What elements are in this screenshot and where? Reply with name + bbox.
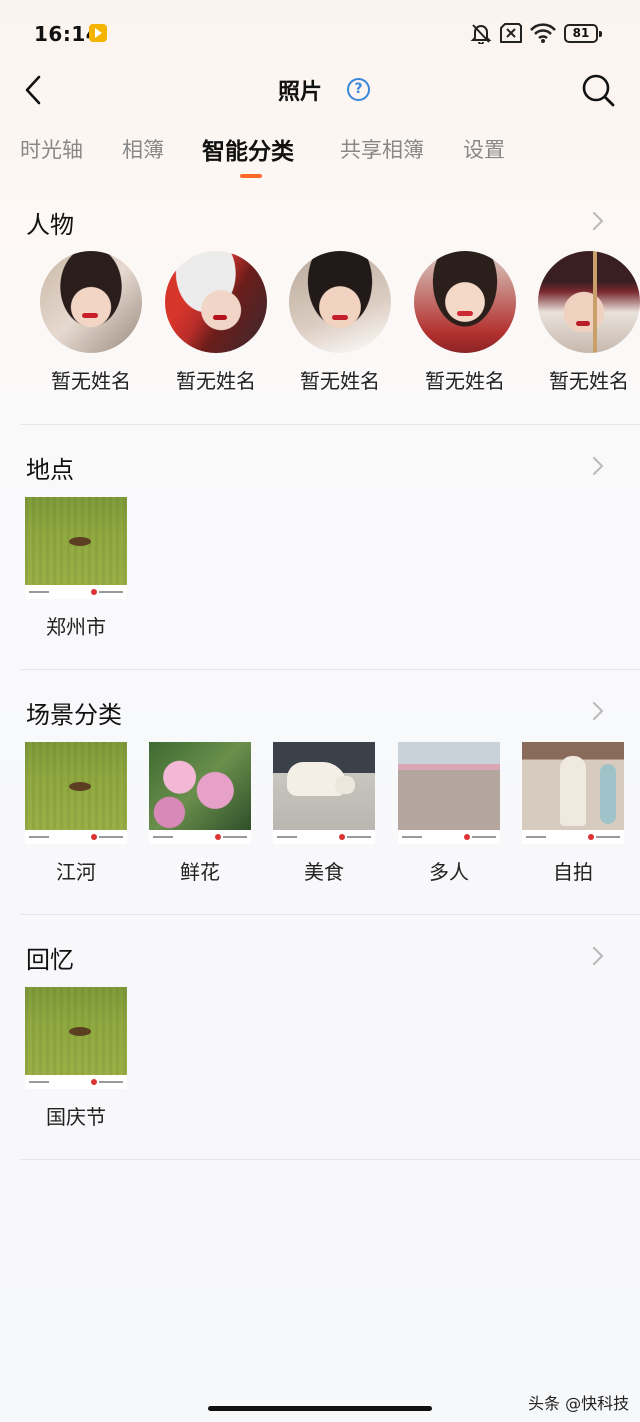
tab-settings[interactable]: 设置	[463, 134, 505, 164]
scene-item[interactable]: 鲜花	[138, 742, 262, 885]
person-avatar	[538, 251, 640, 353]
scene-thumbnail	[522, 742, 624, 844]
tab-smart-categories[interactable]: 智能分类	[202, 132, 294, 166]
section-divider	[20, 424, 640, 425]
chevron-right-icon[interactable]	[588, 944, 608, 968]
page-title: 照片	[277, 80, 322, 105]
section-divider	[20, 914, 640, 915]
memory-thumbnail	[25, 987, 127, 1089]
mute-bell-icon	[470, 24, 492, 44]
tab-albums[interactable]: 相簿	[122, 134, 164, 164]
battery-icon: 81	[564, 24, 602, 43]
people-section: 人物 暂无姓名 暂无姓名 暂无姓名 暂无姓名 暂无姓名	[0, 205, 640, 425]
tab-bar: 时光轴 相簿 智能分类 共享相簿 设置	[0, 134, 640, 184]
person-name: 暂无姓名	[51, 369, 131, 393]
chevron-right-icon[interactable]	[588, 209, 608, 233]
scene-item[interactable]: 多人	[387, 742, 511, 885]
watermark-text: 头条 @快科技	[528, 1394, 630, 1413]
scene-label: 自拍	[553, 860, 593, 884]
scene-thumbnail	[149, 742, 251, 844]
scene-item[interactable]: 自拍	[511, 742, 635, 885]
tab-timeline[interactable]: 时光轴	[20, 134, 83, 164]
section-title-scenes: 场景分类	[26, 701, 122, 729]
memory-item[interactable]: 国庆节	[14, 987, 138, 1130]
scene-label: 鲜花	[180, 860, 220, 884]
person-item[interactable]: 暂无姓名	[403, 251, 527, 394]
place-thumbnail	[25, 497, 127, 599]
person-name: 暂无姓名	[549, 369, 629, 393]
app-badge-icon	[89, 24, 107, 42]
search-icon[interactable]	[580, 72, 616, 108]
memory-label: 国庆节	[46, 1105, 106, 1129]
help-icon[interactable]: ?	[347, 78, 370, 101]
active-tab-indicator	[240, 174, 262, 178]
section-divider	[20, 1159, 640, 1160]
scene-thumbnail	[273, 742, 375, 844]
person-avatar	[289, 251, 391, 353]
status-bar: 16:14 81	[0, 0, 640, 68]
person-avatar	[414, 251, 516, 353]
scenes-section: 场景分类 江河 鲜花 美食 多人 自拍	[0, 695, 640, 915]
place-item[interactable]: 郑州市	[14, 497, 138, 640]
scene-label: 江河	[56, 860, 96, 884]
person-name: 暂无姓名	[176, 369, 256, 393]
section-title-memories: 回忆	[26, 946, 74, 974]
scene-label: 美食	[304, 860, 344, 884]
place-label: 郑州市	[46, 615, 106, 639]
section-title-people: 人物	[26, 211, 74, 239]
scene-item[interactable]: 美食	[262, 742, 386, 885]
section-title-places: 地点	[26, 456, 74, 484]
scene-item[interactable]: 江河	[14, 742, 138, 885]
scene-label: 多人	[429, 860, 469, 884]
person-name: 暂无姓名	[425, 369, 505, 393]
memories-section: 回忆 国庆节	[0, 940, 640, 1160]
person-item[interactable]: 暂无姓名	[29, 251, 153, 394]
wifi-icon	[530, 23, 556, 43]
scene-thumbnail	[398, 742, 500, 844]
no-sim-icon	[500, 23, 522, 43]
tab-shared-albums[interactable]: 共享相簿	[340, 134, 424, 164]
person-item[interactable]: 暂无姓名	[278, 251, 402, 394]
person-item[interactable]: 暂无姓名	[154, 251, 278, 394]
chevron-right-icon[interactable]	[588, 454, 608, 478]
person-name: 暂无姓名	[300, 369, 380, 393]
scene-thumbnail	[25, 742, 127, 844]
home-indicator[interactable]	[208, 1406, 432, 1411]
chevron-right-icon[interactable]	[588, 699, 608, 723]
person-item[interactable]: 暂无姓名	[527, 251, 640, 394]
person-avatar	[165, 251, 267, 353]
section-divider	[20, 669, 640, 670]
places-section: 地点 郑州市	[0, 450, 640, 670]
person-avatar	[40, 251, 142, 353]
